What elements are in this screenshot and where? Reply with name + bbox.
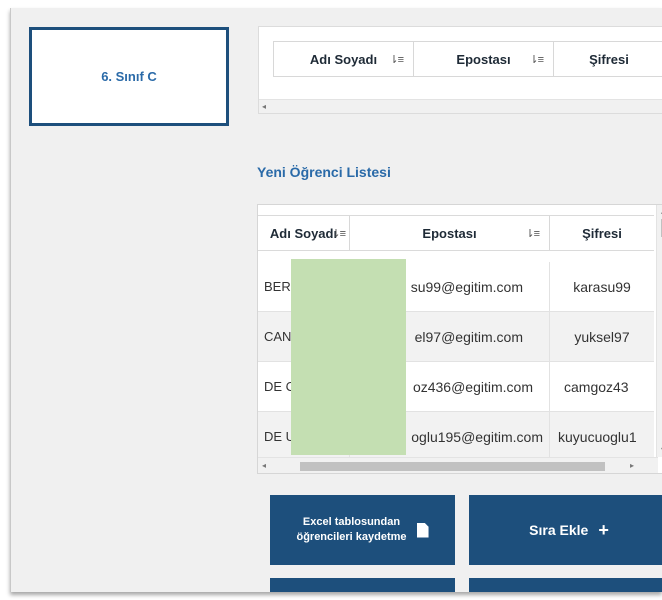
scroll-left-icon[interactable]: ◂ xyxy=(262,100,266,114)
column-header-name[interactable]: Adı Soyadı ⇂≡ xyxy=(274,42,414,76)
scroll-right-icon[interactable]: ▸ xyxy=(630,459,634,473)
column-header-password[interactable]: Şifresi xyxy=(550,216,654,250)
column-header-email[interactable]: Epostası ⇂≡ xyxy=(350,216,550,250)
scroll-left-icon[interactable]: ◂ xyxy=(262,459,266,473)
next-button-edge[interactable] xyxy=(469,578,662,592)
column-header-email[interactable]: Epostası ⇂≡ xyxy=(414,42,554,76)
excel-button-label-line1: Excel tablosundan xyxy=(302,516,401,528)
existing-students-table: Adı Soyadı ⇂≡ Epostası ⇂≡ Şifresi ◂ xyxy=(258,26,662,114)
sort-icon[interactable]: ⇂≡ xyxy=(331,227,346,240)
page-frame: 6. Sınıf C Adı Soyadı ⇂≡ Epostası ⇂≡ Şif… xyxy=(10,8,662,592)
class-card[interactable]: 6. Sınıf C xyxy=(29,27,229,126)
sort-icon[interactable]: ⇂≡ xyxy=(525,227,540,240)
column-header-name[interactable]: Adı Soyadı ⇂≡ xyxy=(258,216,350,250)
horizontal-scroll-thumb[interactable] xyxy=(300,462,605,471)
vertical-scrollbar[interactable]: ▴ ▾ xyxy=(656,205,662,457)
cell-password: kuyucuoglu1 xyxy=(558,428,637,445)
class-card-label: 6. Sınıf C xyxy=(101,69,157,84)
import-excel-button[interactable]: Excel tablosundan öğrencileri kaydetme xyxy=(270,495,455,565)
add-row-label: Sıra Ekle xyxy=(529,522,589,538)
excel-button-label-line2: öğrencileri kaydetme xyxy=(296,531,407,543)
sort-icon[interactable]: ⇂≡ xyxy=(389,53,404,66)
horizontal-scrollbar[interactable]: ◂ ▸ xyxy=(258,457,658,473)
add-row-button[interactable]: Sıra Ekle + xyxy=(469,495,662,565)
table-header: Adı Soyadı ⇂≡ Epostası ⇂≡ Şifresi xyxy=(273,41,662,77)
cell-password: camgoz43 xyxy=(564,378,629,395)
file-icon xyxy=(416,522,429,538)
sort-icon[interactable]: ⇂≡ xyxy=(529,53,544,66)
horizontal-scrollbar[interactable]: ◂ xyxy=(259,99,662,113)
cell-password: karasu99 xyxy=(573,278,631,295)
cell-password: yuksel97 xyxy=(574,328,630,345)
table-header: Adı Soyadı ⇂≡ Epostası ⇂≡ Şifresi xyxy=(258,215,654,251)
plus-icon: + xyxy=(598,520,609,540)
section-title: Yeni Öğrenci Listesi xyxy=(257,164,391,180)
column-header-password[interactable]: Şifresi xyxy=(554,42,662,76)
next-button-edge[interactable] xyxy=(270,578,455,592)
redaction-overlay xyxy=(291,259,406,455)
